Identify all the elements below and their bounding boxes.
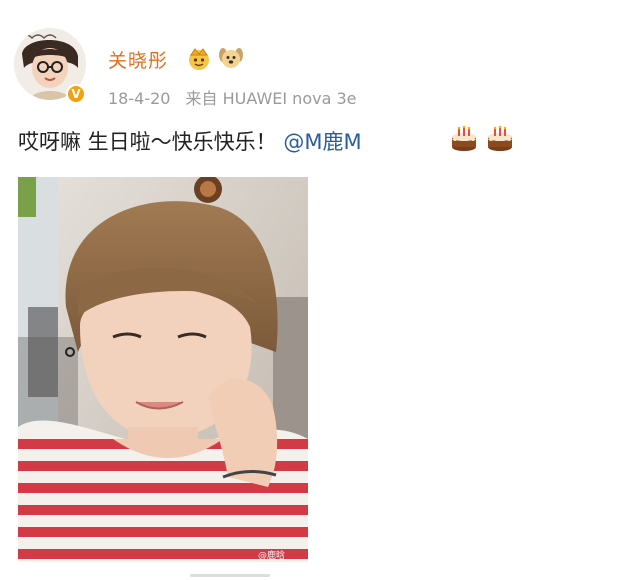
mention-link[interactable]: @M鹿M (283, 130, 361, 154)
birthday-cake-icon (488, 125, 512, 151)
post-date: 18-4-20 (108, 89, 171, 108)
post-source[interactable]: 来自 HUAWEI nova 3e (186, 89, 357, 108)
author-name[interactable]: 关晓彤 (108, 46, 168, 73)
verified-badge-icon: V (66, 84, 86, 104)
weibo-post: V 关晓彤 18-4-20 来自 HUAWEI nova 3e 哎呀嘛 生日啦～… (0, 0, 640, 580)
post-text: 哎呀嘛 生日啦～快乐快乐！ @M鹿M (18, 126, 362, 156)
post-photo[interactable] (18, 177, 308, 562)
birthday-cake-icon (452, 125, 476, 151)
puppy-face-icon[interactable] (218, 45, 244, 71)
photo-watermark: @鹿晗 (258, 551, 286, 561)
post-meta: 18-4-20 来自 HUAWEI nova 3e (108, 85, 357, 109)
photo-icon (18, 177, 308, 562)
post-text-body: 哎呀嘛 生日啦～快乐快乐！ (18, 130, 277, 154)
home-indicator (190, 574, 270, 577)
vip-crown-icon[interactable] (186, 45, 212, 71)
